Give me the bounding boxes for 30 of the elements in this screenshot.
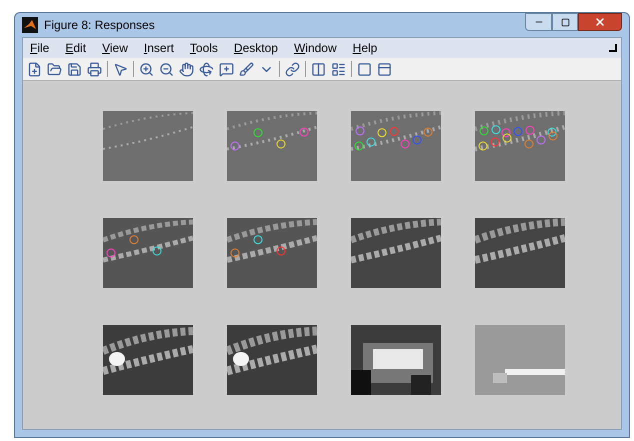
maximize-icon [560,18,570,26]
link-icon[interactable] [285,62,300,76]
close-button[interactable] [578,13,622,31]
legend-icon[interactable] [331,62,346,76]
menu-item[interactable]: Window [294,39,337,57]
menu-item[interactable]: Help [352,39,378,57]
maximize-button[interactable] [552,13,578,31]
menu-item[interactable]: File [30,39,50,57]
pointer-icon[interactable] [113,62,128,76]
zoom-in-icon[interactable] [139,62,154,76]
menu-item[interactable]: Desktop [234,39,278,57]
panel-icon[interactable] [377,62,392,76]
menu-item[interactable]: View [102,39,128,57]
data-cursor-icon[interactable] [219,62,234,76]
menu-item[interactable]: Tools [190,39,218,57]
rotate-icon[interactable] [199,62,214,76]
print-icon[interactable] [87,62,102,76]
brush-icon[interactable] [239,62,254,76]
save-icon[interactable] [67,62,82,76]
menu-item[interactable]: Edit [65,39,86,57]
window-title: Figure 8: Responses [44,17,155,34]
dock-icon[interactable] [609,44,617,52]
menu-item[interactable]: Insert [144,39,174,57]
folder-icon[interactable] [47,62,62,76]
hand-icon[interactable] [179,62,194,76]
logo-icon [22,17,38,33]
new-file-icon[interactable] [27,62,42,76]
square-icon[interactable] [357,62,372,76]
close-icon [594,16,606,28]
zoom-out-icon[interactable] [159,62,174,76]
